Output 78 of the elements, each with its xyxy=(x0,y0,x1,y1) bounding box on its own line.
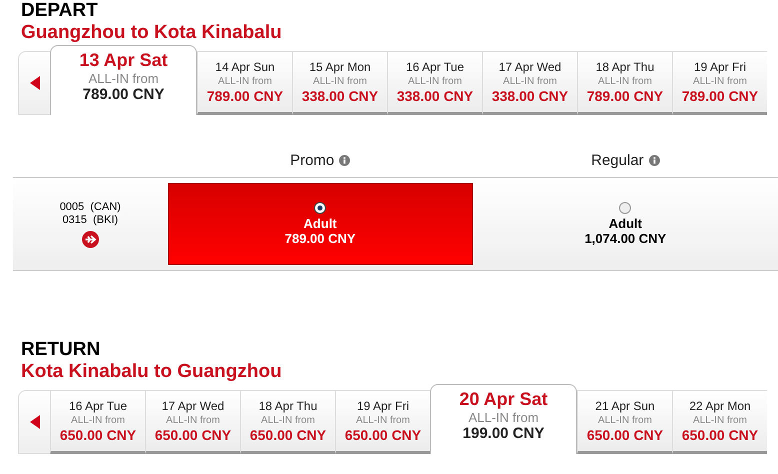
date-tab[interactable]: 18 Apr Thu ALL-IN from 650.00 CNY xyxy=(240,390,335,454)
date-tab[interactable]: 22 Apr Mon ALL-IN from 650.00 CNY xyxy=(672,390,767,454)
date-tab[interactable]: 15 Apr Mon ALL-IN from 338.00 CNY xyxy=(292,51,387,115)
tab-label: ALL-IN from xyxy=(261,415,315,426)
tab-date: 16 Apr Tue xyxy=(68,399,128,413)
tab-date: 17 Apr Wed xyxy=(162,399,224,413)
fare-price: 789.00 CNY xyxy=(284,231,356,246)
tab-label: ALL-IN from xyxy=(356,415,410,426)
fare-column-title: Regular xyxy=(591,152,644,168)
tab-label: ALL-IN from xyxy=(408,76,462,87)
fare-option[interactable]: Adult 789.00 CNY xyxy=(168,183,473,265)
date-tab[interactable]: 13 Apr Sat ALL-IN from 789.00 CNY xyxy=(50,45,197,115)
tab-date: 19 Apr Fri xyxy=(356,399,410,413)
tab-price: 650.00 CNY xyxy=(344,427,422,443)
tab-date: 22 Apr Mon xyxy=(689,399,751,413)
tab-price: 650.00 CNY xyxy=(682,427,758,443)
tab-date: 16 Apr Tue xyxy=(406,60,464,74)
flight-number: 0315 (BKI) xyxy=(62,214,118,226)
date-tab[interactable]: 17 Apr Wed ALL-IN from 650.00 CNY xyxy=(145,390,240,454)
date-tab[interactable]: 14 Apr Sun ALL-IN from 789.00 CNY xyxy=(197,51,292,115)
tab-date: 19 Apr Fri xyxy=(694,60,746,74)
info-icon[interactable] xyxy=(339,154,350,166)
tab-date: 13 Apr Sat xyxy=(79,50,168,71)
tab-label: ALL-IN from xyxy=(598,76,652,87)
tab-label: ALL-IN from xyxy=(598,415,652,426)
date-tab[interactable]: 21 Apr Sun ALL-IN from 650.00 CNY xyxy=(577,390,672,454)
date-tab[interactable]: 18 Apr Thu ALL-IN from 789.00 CNY xyxy=(577,51,672,115)
tab-label: ALL-IN from xyxy=(88,71,159,86)
previous-button[interactable] xyxy=(18,51,50,115)
date-tab[interactable]: 19 Apr Fri ALL-IN from 650.00 CNY xyxy=(335,390,430,454)
tab-label: ALL-IN from xyxy=(693,76,747,87)
info-icon[interactable] xyxy=(648,154,660,166)
previous-button[interactable] xyxy=(18,390,50,454)
route-title: Kota Kinabalu to Guangzhou xyxy=(21,360,283,384)
tab-date: 15 Apr Mon xyxy=(309,60,371,74)
date-tab[interactable]: 20 Apr Sat ALL-IN from 199.00 CNY xyxy=(430,384,577,454)
tab-date: 18 Apr Thu xyxy=(258,399,318,413)
tab-date: 18 Apr Thu xyxy=(596,60,654,74)
tab-price: 789.00 CNY xyxy=(206,88,284,104)
tab-price: 789.00 CNY xyxy=(586,88,664,104)
passenger-type: Adult xyxy=(304,216,337,231)
fare-option[interactable]: Adult 1,074.00 CNY xyxy=(472,183,778,265)
fare-price: 1,074.00 CNY xyxy=(584,231,666,246)
tab-price: 650.00 CNY xyxy=(154,427,232,443)
tab-price: 338.00 CNY xyxy=(396,88,474,104)
tab-date: 14 Apr Sun xyxy=(215,60,275,74)
tab-price: 199.00 CNY xyxy=(462,425,544,442)
date-tab[interactable]: 16 Apr Tue ALL-IN from 338.00 CNY xyxy=(387,51,482,115)
tab-label: ALL-IN from xyxy=(468,410,539,425)
tab-date: 17 Apr Wed xyxy=(498,60,562,74)
tab-price: 338.00 CNY xyxy=(492,88,568,104)
tab-price: 650.00 CNY xyxy=(586,427,664,443)
date-tab[interactable]: 16 Apr Tue ALL-IN from 650.00 CNY xyxy=(50,390,145,454)
tab-label: ALL-IN from xyxy=(693,415,747,426)
radio-button[interactable] xyxy=(619,202,632,214)
tab-date: 20 Apr Sat xyxy=(459,389,548,410)
leg-heading: DEPART xyxy=(21,0,99,21)
passenger-type: Adult xyxy=(608,216,642,231)
left-arrow-icon xyxy=(30,415,40,429)
date-tab[interactable]: 17 Apr Wed ALL-IN from 338.00 CNY xyxy=(482,51,577,115)
tab-price: 789.00 CNY xyxy=(82,86,164,103)
tab-label: ALL-IN from xyxy=(503,76,557,87)
leg-heading: RETURN xyxy=(21,339,102,360)
tab-price: 338.00 CNY xyxy=(302,88,378,104)
fare-column-title: Promo xyxy=(290,152,334,168)
tab-price: 789.00 CNY xyxy=(682,88,758,104)
tab-label: ALL-IN from xyxy=(218,76,272,87)
flight-number: 0005 (CAN) xyxy=(60,200,121,214)
tab-label: ALL-IN from xyxy=(313,76,367,87)
tab-label: ALL-IN from xyxy=(71,415,125,426)
date-tab[interactable]: 19 Apr Fri ALL-IN from 789.00 CNY xyxy=(672,51,767,115)
tab-label: ALL-IN from xyxy=(166,415,220,426)
radio-button[interactable] xyxy=(314,202,326,214)
tab-price: 650.00 CNY xyxy=(60,427,136,443)
route-title: Guangzhou to Kota Kinabalu xyxy=(21,21,283,45)
tab-price: 650.00 CNY xyxy=(250,427,326,443)
left-arrow-icon xyxy=(30,76,40,90)
tab-date: 21 Apr Sun xyxy=(595,399,655,413)
